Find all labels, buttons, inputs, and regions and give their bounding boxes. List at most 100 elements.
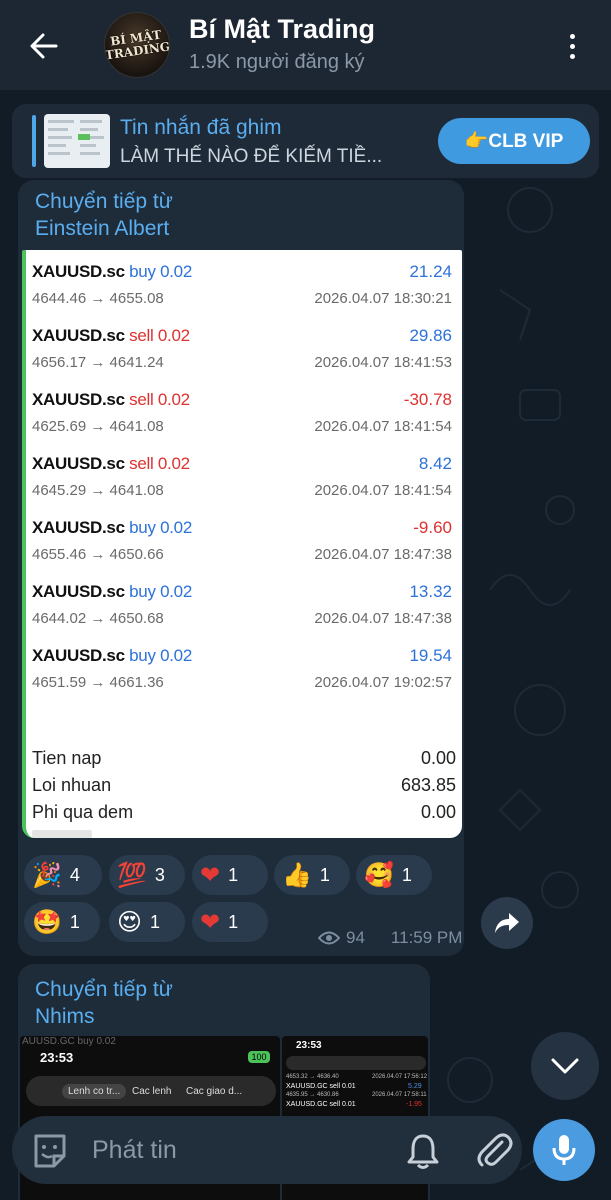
sticker-button[interactable] xyxy=(30,1132,70,1170)
chevron-down-icon xyxy=(551,1058,579,1074)
reaction-count: 1 xyxy=(401,864,412,885)
reaction-chip[interactable]: 🥰 1 xyxy=(356,855,432,895)
reaction-count: 1 xyxy=(228,911,239,932)
thumb-clock: 23:53 xyxy=(40,1050,74,1065)
arrow-left-icon xyxy=(30,33,58,59)
scroll-to-bottom-button[interactable] xyxy=(531,1032,599,1100)
reaction-chip[interactable]: 🤩 1 xyxy=(24,902,100,942)
reaction-chip[interactable]: ❤ 1 xyxy=(192,855,268,895)
subscriber-count: 1.9K người đăng ký xyxy=(189,51,365,73)
message-bubble[interactable]: Chuyển tiếp từ Einstein Albert XAUUSD.sc… xyxy=(18,180,464,956)
chat-header: BÍ MẬT TRADING Bí Mật Trading 1.9K người… xyxy=(0,0,611,90)
microphone-icon xyxy=(552,1135,576,1165)
trade-row: XAUUSD.sc sell 0.02 -30.78 4625.69 → 4641.… xyxy=(26,384,462,448)
trade-prices: 4655.46 → 4650.66 xyxy=(32,546,164,563)
trade-row: XAUUSD.sc buy 0.02 13.32 4644.02 → 4650.68… xyxy=(26,576,462,640)
trade-time: 2026.04.07 18:30:21 xyxy=(314,290,452,307)
more-vertical-icon xyxy=(569,33,575,39)
share-arrow-icon xyxy=(495,913,519,933)
trade-symbol: XAUUSD.sc buy 0.02 xyxy=(32,646,192,665)
trade-symbol: XAUUSD.sc sell 0.02 xyxy=(32,454,190,473)
trade-profit: -30.78 xyxy=(403,390,452,409)
message-input-bar: Phát tin xyxy=(12,1116,522,1184)
attach-button[interactable] xyxy=(474,1130,514,1170)
view-count: 94 xyxy=(346,928,365,947)
reaction-chip[interactable]: 👍 1 xyxy=(274,855,350,895)
trade-side: buy 0.02 xyxy=(129,646,192,665)
reaction-emoji: 🎉 xyxy=(32,861,62,889)
summary-label: Phi qua dem xyxy=(32,802,134,822)
reaction-emoji: 🥰 xyxy=(364,861,394,889)
pinned-text: LÀM THẾ NÀO ĐỂ KIẾM TIỀ... xyxy=(120,146,383,167)
summary-value: 0.00 xyxy=(420,802,456,822)
summary-label: Loi nhuan xyxy=(32,775,112,795)
trade-history-image[interactable]: XAUUSD.sc buy 0.023.144642.37 → 4643.942… xyxy=(22,250,462,838)
reaction-count: 3 xyxy=(154,864,165,885)
battery-badge: 100 xyxy=(248,1051,270,1063)
trade-time: 2026.04.07 18:47:38 xyxy=(314,610,452,627)
trade-side: buy 0.02 xyxy=(129,262,192,281)
thumb-tabs: Lenh co tr... Cac lenh Cac giao d... xyxy=(26,1076,276,1106)
reaction-emoji: ❤ xyxy=(200,908,221,936)
trade-time: 2026.04.07 18:41:54 xyxy=(314,482,452,499)
avatar-logo-text: BÍ MẬT TRADING xyxy=(104,27,170,63)
trade-profit: -9.60 xyxy=(413,518,452,537)
back-button[interactable] xyxy=(22,26,66,66)
summary-label: Tien nap xyxy=(32,748,102,768)
pinned-thumbnail xyxy=(44,114,110,168)
trade-side: sell 0.02 xyxy=(129,326,190,345)
trade-symbol: XAUUSD.sc buy 0.02 xyxy=(32,262,192,281)
reaction-chip[interactable]: 💯 3 xyxy=(109,855,185,895)
trade-prices: 4651.59 → 4661.36 xyxy=(32,674,164,691)
trade-row: XAUUSD.sc buy 0.02 -9.60 4655.46 → 4650.66… xyxy=(26,512,462,576)
trade-symbol: XAUUSD.sc sell 0.02 xyxy=(32,326,190,345)
trade-time: 2026.04.07 18:41:54 xyxy=(314,418,452,435)
reaction-chip[interactable]: ❤ 1 xyxy=(192,902,268,942)
reaction-count: 4 xyxy=(69,864,80,885)
message-input[interactable]: Phát tin xyxy=(92,1136,177,1165)
forward-source-2[interactable]: Nhims xyxy=(35,1003,95,1030)
trade-symbol: XAUUSD.sc buy 0.02 xyxy=(32,518,192,537)
share-button[interactable] xyxy=(481,897,533,949)
trade-prices: 4645.29 → 4641.08 xyxy=(32,482,164,499)
reaction-emoji: 😍 xyxy=(117,908,143,936)
pinned-indicator xyxy=(32,115,36,167)
reaction-count: 1 xyxy=(228,864,239,885)
trade-profit: 29.86 xyxy=(409,326,452,345)
trade-profit: 19.54 xyxy=(409,646,452,665)
summary-row: Phi qua dem 0.00 xyxy=(32,802,456,829)
trade-side: sell 0.02 xyxy=(129,454,190,473)
trade-row: XAUUSD.sc sell 0.02 29.86 4656.17 → 4641.2… xyxy=(26,320,462,384)
trade-row: XAUUSD.sc sell 0.02 8.42 4645.29 → 4641.08… xyxy=(26,448,462,512)
trade-profit: 8.42 xyxy=(418,454,452,473)
sticker-icon xyxy=(34,1134,66,1168)
forward-prefix: Chuyển tiếp từ xyxy=(35,190,173,213)
voice-record-button[interactable] xyxy=(533,1119,595,1181)
vip-club-button[interactable]: 👉CLB VIP xyxy=(438,118,590,164)
channel-title[interactable]: Bí Mật Trading xyxy=(189,14,375,45)
message-time: 11:59 PM xyxy=(390,928,463,947)
message-meta: 94 11:59 PM xyxy=(318,928,462,948)
trade-symbol: XAUUSD.sc sell 0.02 xyxy=(32,390,190,409)
forward-source[interactable]: Einstein Albert xyxy=(35,215,169,242)
paperclip-icon xyxy=(477,1133,513,1167)
notification-button[interactable] xyxy=(406,1132,442,1170)
reaction-count: 1 xyxy=(319,864,330,885)
trade-row: XAUUSD.sc buy 0.02 19.54 4651.59 → 4661.36… xyxy=(26,640,462,704)
reaction-chip[interactable]: 🎉 4 xyxy=(24,855,102,895)
reaction-count: 1 xyxy=(69,911,80,932)
trade-profit: 21.24 xyxy=(409,262,452,281)
trade-row: XAUUSD.sc buy 0.02 21.24 4644.46 → 4655.08… xyxy=(26,256,462,320)
trade-side: sell 0.02 xyxy=(129,390,190,409)
channel-avatar[interactable]: BÍ MẬT TRADING xyxy=(104,12,170,78)
trade-prices: 4656.17 → 4641.24 xyxy=(32,354,164,371)
pinned-message-bar[interactable]: Tin nhắn đã ghim LÀM THẾ NÀO ĐỂ KIẾM TIỀ… xyxy=(12,104,599,178)
cutoff-row xyxy=(32,830,92,838)
more-options-button[interactable] xyxy=(554,26,590,66)
trade-prices: 4644.02 → 4650.68 xyxy=(32,610,164,627)
reaction-emoji: 👍 xyxy=(282,861,312,889)
trade-symbol: XAUUSD.sc buy 0.02 xyxy=(32,582,192,601)
reaction-chip[interactable]: 😍 1 xyxy=(109,902,185,942)
summary-value: 683.85 xyxy=(400,775,456,795)
thumb-row: AUUSD.GC buy 0.02 xyxy=(22,1036,116,1047)
